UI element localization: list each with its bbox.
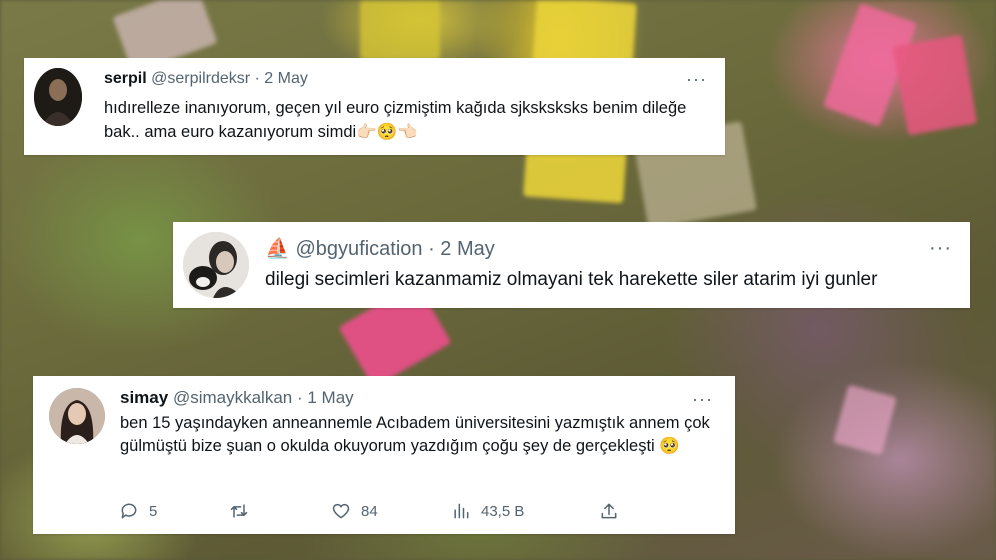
reply-icon bbox=[121, 503, 137, 519]
views-chart-icon bbox=[454, 503, 469, 519]
avatar[interactable] bbox=[34, 68, 82, 126]
share-button[interactable] bbox=[599, 499, 619, 523]
tweet-card: serpil @serpilrdeksr · 2 May ··· hıdırel… bbox=[24, 58, 725, 155]
views-count: 43,5 B bbox=[481, 502, 525, 520]
views-button[interactable]: 43,5 B bbox=[451, 499, 524, 523]
tweet-header: simay @simaykkalkan · 1 May bbox=[120, 388, 354, 408]
ribbon bbox=[892, 34, 978, 136]
retweet-icon bbox=[230, 504, 248, 518]
tweet-card: ⛵ @bgyufication · 2 May ··· dilegi secim… bbox=[173, 222, 970, 308]
handle[interactable]: @bgyufication bbox=[295, 238, 422, 260]
share-icon bbox=[601, 503, 617, 519]
tweet-header: ⛵ @bgyufication · 2 May bbox=[265, 236, 495, 261]
more-options-icon[interactable]: ··· bbox=[692, 390, 713, 408]
sailboat-icon[interactable]: ⛵ bbox=[265, 238, 290, 260]
tweet-header: serpil @serpilrdeksr · 2 May bbox=[104, 70, 308, 88]
ribbon bbox=[360, 0, 440, 60]
more-options-icon[interactable]: ··· bbox=[929, 238, 952, 258]
more-options-icon[interactable]: ··· bbox=[686, 70, 707, 88]
reply-count: 5 bbox=[149, 502, 158, 520]
reply-button[interactable]: 5 bbox=[119, 499, 157, 523]
ribbon bbox=[833, 384, 897, 456]
timestamp[interactable]: · 2 May bbox=[428, 238, 495, 260]
handle[interactable]: @simaykkalkan bbox=[173, 388, 292, 407]
timestamp[interactable]: · 1 May bbox=[297, 388, 354, 407]
like-count: 84 bbox=[361, 502, 378, 520]
like-button[interactable]: 84 bbox=[331, 499, 378, 523]
avatar[interactable] bbox=[49, 388, 105, 444]
retweet-button[interactable] bbox=[229, 499, 259, 523]
display-name[interactable]: simay bbox=[120, 388, 168, 407]
avatar[interactable] bbox=[183, 232, 249, 298]
tweet-actions: 5 84 43,5 B bbox=[119, 499, 649, 523]
tweet-text: hıdırelleze inanıyorum, geçen yıl euro ç… bbox=[104, 99, 687, 141]
tweet-card: simay @simaykkalkan · 1 May ··· ben 15 y… bbox=[33, 376, 735, 534]
tweet-text: dilegi secimleri kazanmamiz olmayani tek… bbox=[265, 269, 878, 290]
handle[interactable]: @serpilrdeksr bbox=[151, 70, 250, 87]
display-name[interactable]: serpil bbox=[104, 70, 147, 87]
tweet-text: ben 15 yaşındayken anneannemle Acıbadem … bbox=[120, 414, 710, 455]
timestamp[interactable]: · 2 May bbox=[255, 70, 308, 87]
heart-icon bbox=[332, 503, 350, 519]
